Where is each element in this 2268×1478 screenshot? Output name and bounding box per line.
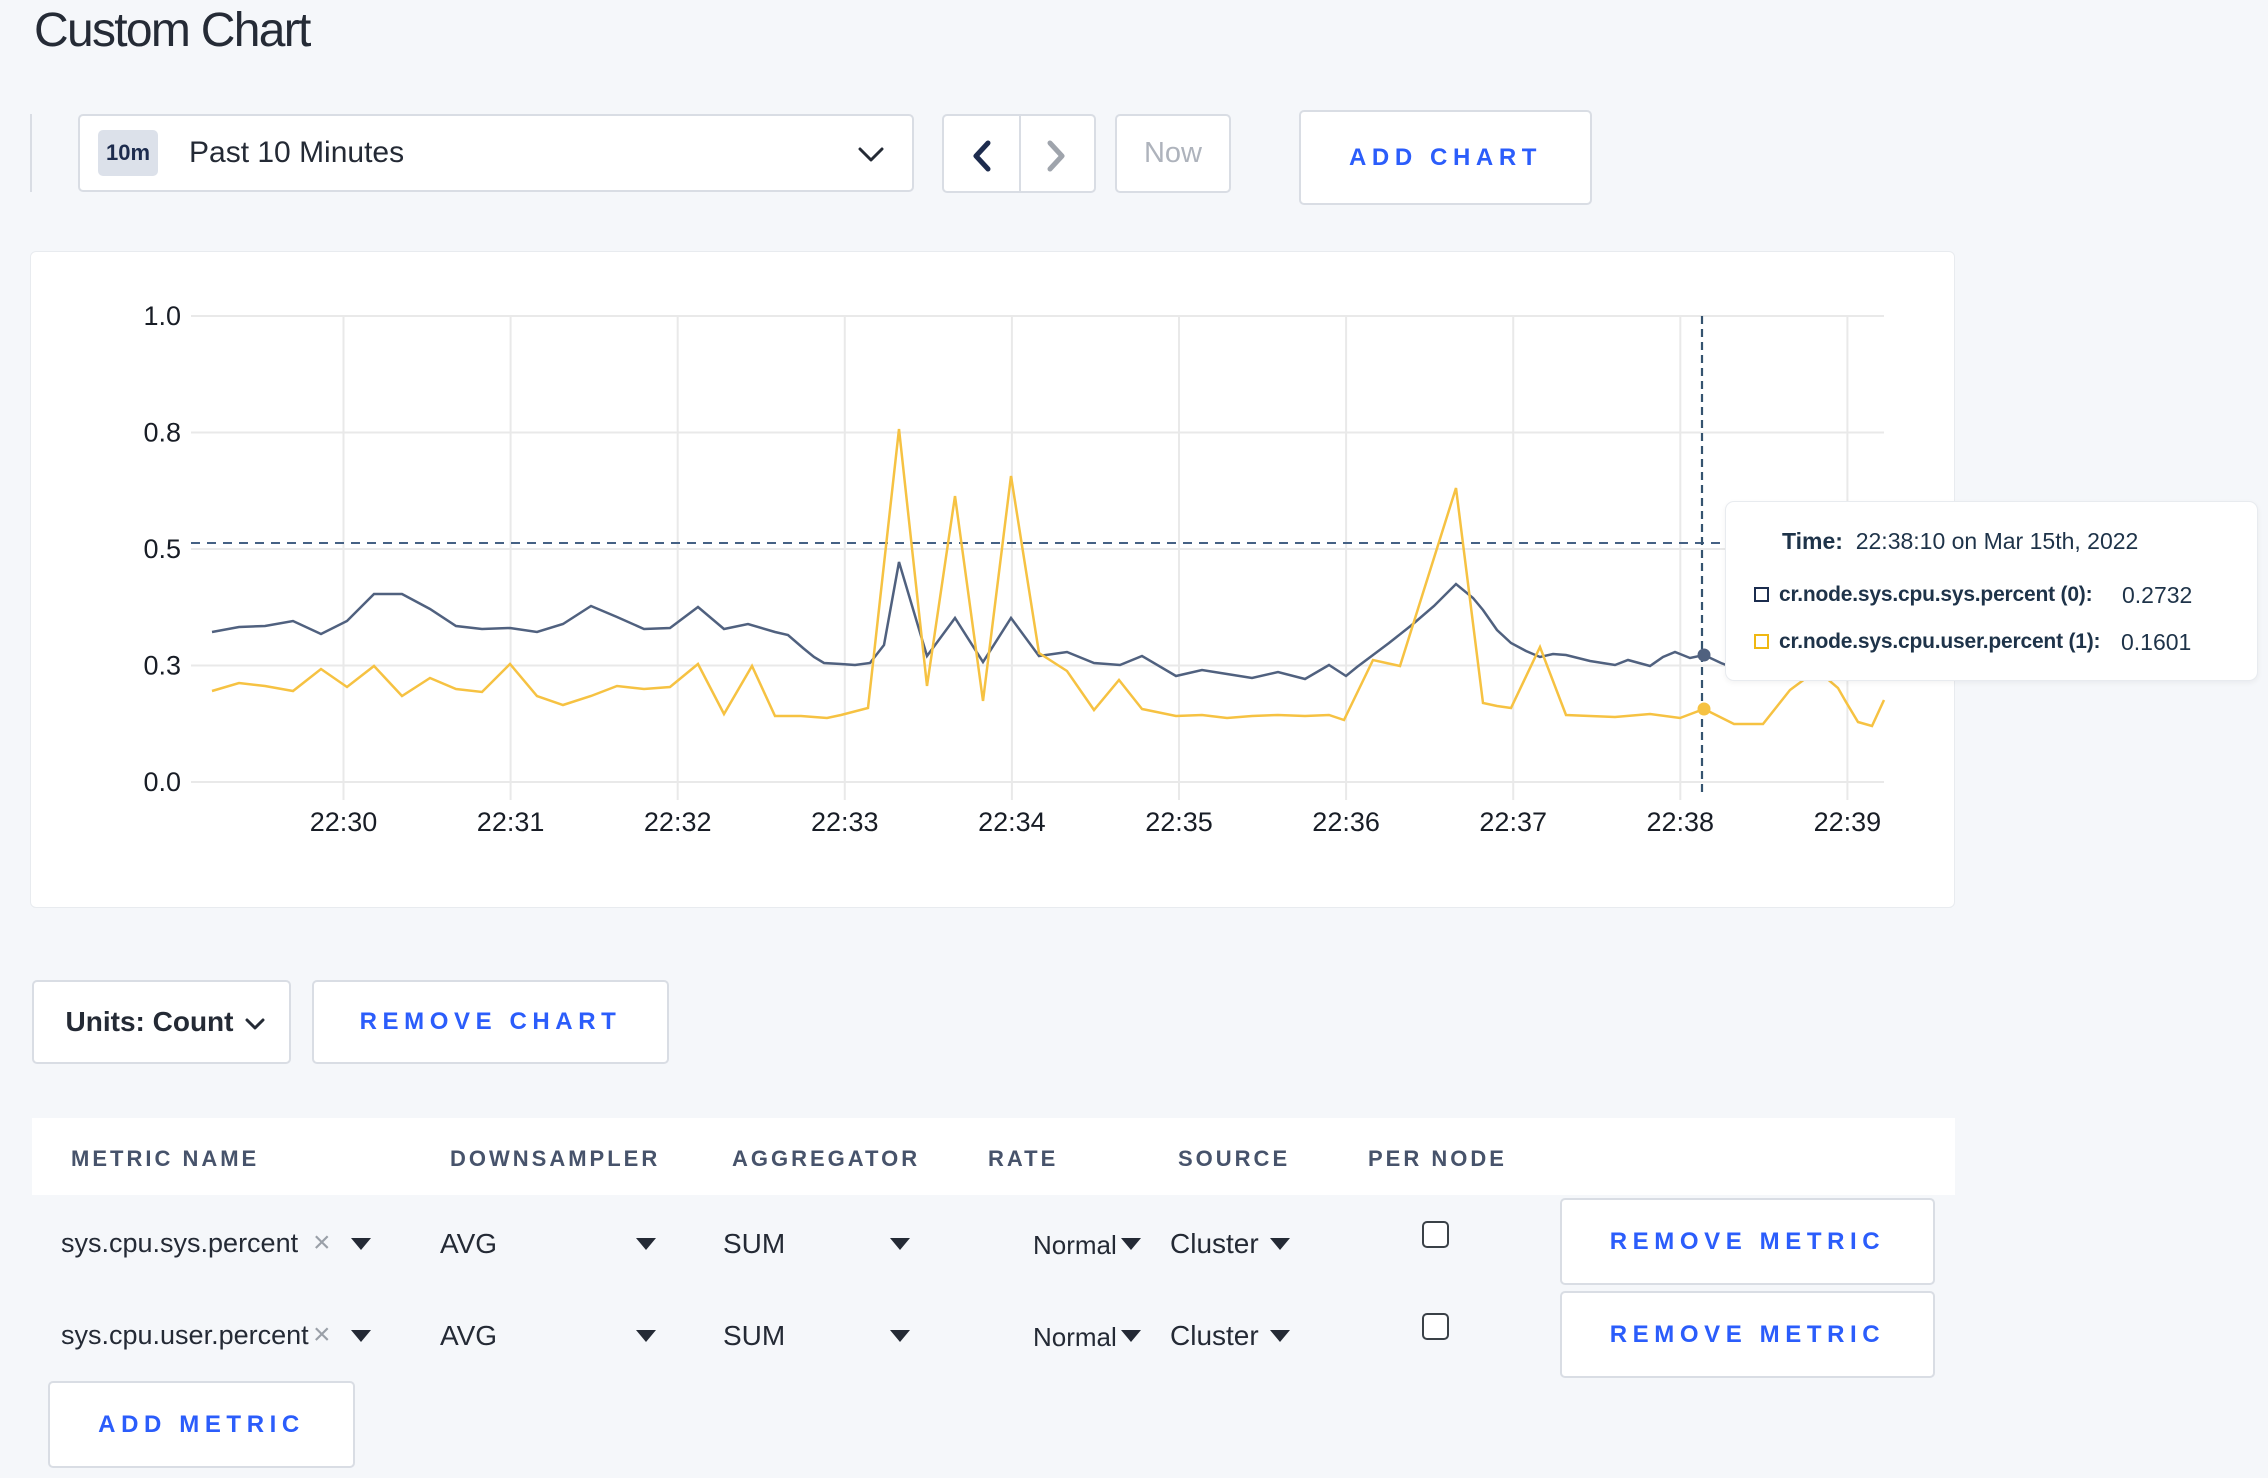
svg-text:22:31: 22:31	[477, 807, 545, 837]
svg-text:0.5: 0.5	[143, 534, 181, 564]
svg-text:22:34: 22:34	[978, 807, 1046, 837]
svg-text:22:33: 22:33	[811, 807, 879, 837]
svg-text:22:32: 22:32	[644, 807, 712, 837]
svg-text:22:30: 22:30	[310, 807, 378, 837]
svg-text:0.0: 0.0	[143, 767, 181, 797]
svg-text:22:39: 22:39	[1814, 807, 1882, 837]
svg-text:0.3: 0.3	[143, 651, 181, 681]
svg-text:1.0: 1.0	[143, 301, 181, 331]
svg-text:22:35: 22:35	[1145, 807, 1213, 837]
svg-text:22:37: 22:37	[1479, 807, 1547, 837]
svg-text:22:36: 22:36	[1312, 807, 1380, 837]
svg-text:0.8: 0.8	[143, 418, 181, 448]
svg-text:22:38: 22:38	[1647, 807, 1715, 837]
